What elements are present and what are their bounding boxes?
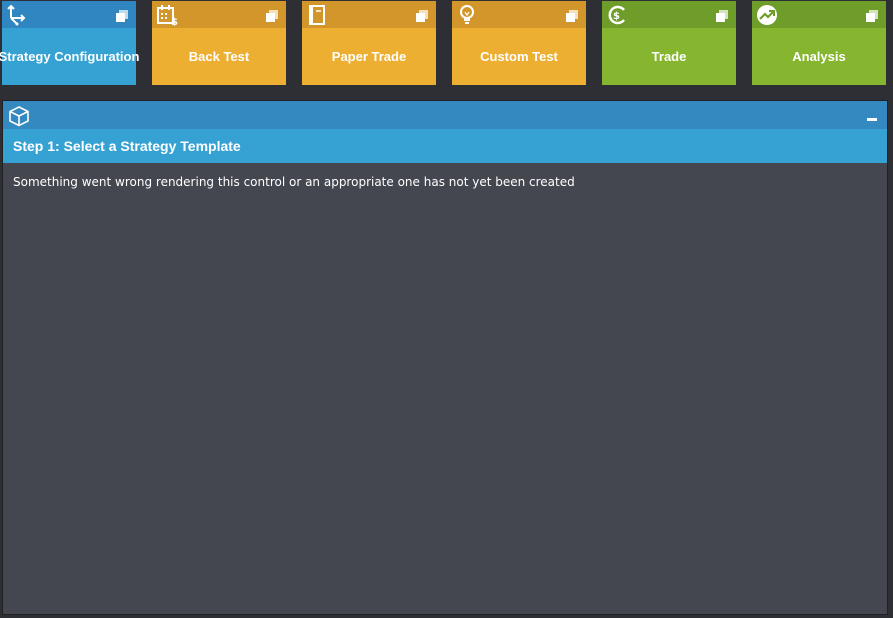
tile-header: [752, 1, 886, 28]
strategy-panel: Step 1: Select a Strategy Template Somet…: [2, 100, 888, 615]
maximize-icon[interactable]: [416, 10, 428, 22]
tile-label: Strategy Configuration: [0, 28, 139, 85]
tile-header: [452, 1, 586, 28]
step-title: Step 1: Select a Strategy Template: [3, 129, 887, 163]
maximize-icon[interactable]: [566, 10, 578, 22]
maximize-icon[interactable]: [266, 10, 278, 22]
tile-label: Back Test: [152, 28, 286, 85]
dollar-circle-icon: $: [608, 5, 625, 25]
tile-label: Trade: [602, 28, 736, 85]
panel-header: [3, 101, 887, 129]
maximize-icon[interactable]: [716, 10, 728, 22]
tile-label: Analysis: [752, 28, 886, 85]
calendar-dollar-icon: $: [157, 5, 178, 26]
merge-arrows-icon: [7, 4, 26, 26]
tile-analysis[interactable]: Analysis: [752, 1, 886, 85]
collapse-button[interactable]: [865, 109, 879, 123]
error-message: Something went wrong rendering this cont…: [13, 175, 575, 189]
svg-text:$: $: [171, 17, 178, 26]
tile-header: [2, 1, 136, 28]
tile-header: [302, 1, 436, 28]
maximize-icon[interactable]: [866, 10, 878, 22]
notebook-icon: [309, 5, 325, 25]
svg-text:$: $: [613, 11, 620, 22]
tile-trade[interactable]: $ Trade: [602, 1, 736, 85]
lightbulb-icon: [460, 5, 474, 24]
trend-up-icon: [757, 5, 777, 25]
tile-strategy-configuration[interactable]: Strategy Configuration: [0, 1, 139, 85]
tile-header: $: [152, 1, 286, 28]
tile-back-test[interactable]: $ Back Test: [152, 1, 286, 85]
tile-label: Paper Trade: [302, 28, 436, 85]
cube-icon: [9, 106, 29, 127]
maximize-icon[interactable]: [116, 10, 128, 22]
tile-custom-test[interactable]: Custom Test: [452, 1, 586, 85]
module-tiles: Strategy Configuration $ Back Test Paper…: [0, 0, 893, 100]
tile-label: Custom Test: [452, 28, 586, 85]
tile-header: $: [602, 1, 736, 28]
tile-paper-trade[interactable]: Paper Trade: [302, 1, 436, 85]
